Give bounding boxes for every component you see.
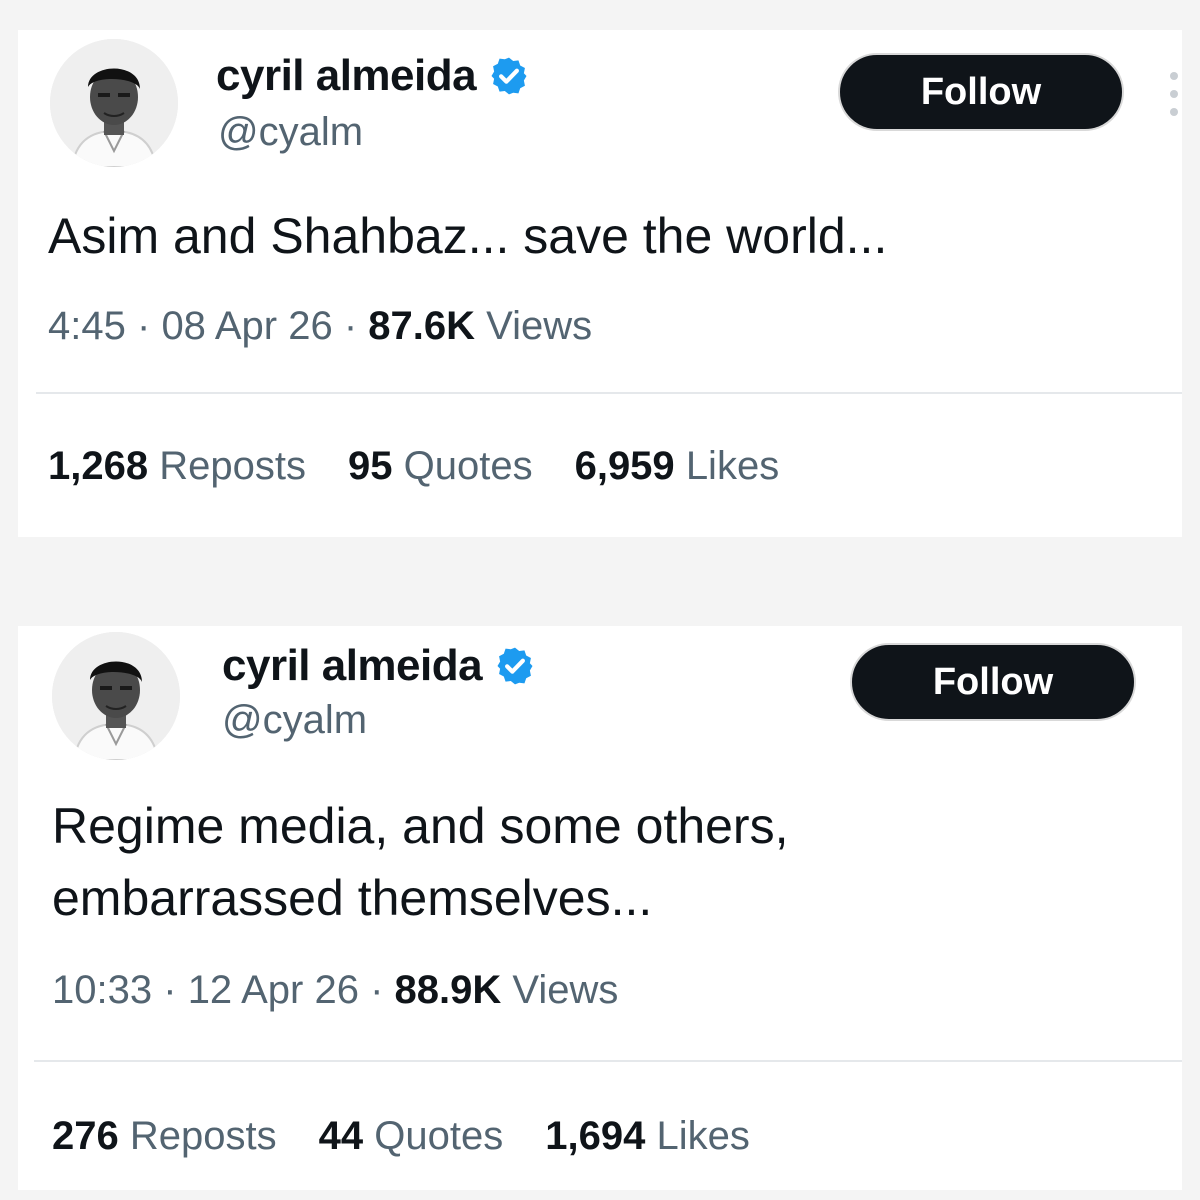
- author-name-row: cyril almeida: [216, 50, 530, 102]
- tweet-card: cyril almeida @cyalm Follow Regime media…: [18, 626, 1182, 1190]
- likes-label: Likes: [685, 444, 780, 488]
- follow-button[interactable]: Follow: [850, 643, 1136, 721]
- reposts-label: Reposts: [159, 444, 306, 488]
- reposts-count: 276: [52, 1114, 119, 1158]
- author-handle[interactable]: @cyalm: [222, 696, 367, 744]
- tweet-stats: 1,268 Reposts 95 Quotes 6,959 Likes: [48, 442, 821, 490]
- quotes-label: Quotes: [374, 1114, 504, 1158]
- quotes-stat[interactable]: 95 Quotes: [348, 442, 533, 490]
- avatar-photo: [50, 39, 178, 167]
- tweet-text-line: Asim and Shahbaz... save the world...: [48, 208, 888, 264]
- meta-separator: ·: [163, 968, 177, 1012]
- quotes-count: 95: [347, 444, 393, 488]
- likes-stat[interactable]: 1,694 Likes: [545, 1112, 750, 1160]
- meta-separator: ·: [343, 304, 358, 348]
- likes-label: Likes: [656, 1114, 750, 1158]
- views-count: 87.6K: [368, 304, 476, 348]
- quotes-label: Quotes: [403, 444, 533, 488]
- tweet-text-line: embarrassed themselves...: [52, 870, 653, 926]
- author-display-name[interactable]: cyril almeida: [222, 640, 483, 692]
- views-label: Views: [512, 968, 619, 1012]
- reposts-stat[interactable]: 276 Reposts: [52, 1112, 277, 1160]
- author-display-name[interactable]: cyril almeida: [216, 50, 477, 102]
- author-handle[interactable]: @cyalm: [218, 108, 363, 156]
- tweet-meta: 10:33 · 12 Apr 26 · 88.9K Views: [52, 966, 618, 1014]
- tweet-date[interactable]: 12 Apr 26: [188, 968, 359, 1012]
- tweet-text-line: Regime media, and some others,: [52, 798, 789, 854]
- avatar-photo: [52, 632, 180, 760]
- verified-badge-icon: [491, 57, 527, 95]
- follow-button[interactable]: Follow: [838, 53, 1124, 131]
- likes-count: 6,959: [574, 444, 675, 488]
- views-label: Views: [486, 304, 593, 348]
- tweet-meta: 4:45 · 08 Apr 26 · 87.6K Views: [48, 302, 592, 350]
- divider: [34, 1060, 1182, 1062]
- tweet-time[interactable]: 4:45: [48, 304, 126, 348]
- avatar[interactable]: [50, 39, 178, 167]
- avatar[interactable]: [52, 632, 180, 760]
- likes-count: 1,694: [545, 1114, 646, 1158]
- reposts-count: 1,268: [48, 444, 149, 488]
- more-options-icon[interactable]: [1166, 72, 1182, 116]
- tweet-stats: 276 Reposts 44 Quotes 1,694 Likes: [52, 1112, 792, 1160]
- tweet-time[interactable]: 10:33: [52, 968, 152, 1012]
- meta-separator: ·: [136, 304, 151, 348]
- meta-separator: ·: [370, 968, 384, 1012]
- views-count: 88.9K: [394, 968, 502, 1012]
- tweet-card: cyril almeida @cyalm Follow Asim and Sha…: [18, 30, 1182, 537]
- tweet-date[interactable]: 08 Apr 26: [161, 304, 332, 348]
- likes-stat[interactable]: 6,959 Likes: [575, 442, 780, 490]
- verified-badge-icon: [497, 647, 533, 685]
- author-name-row: cyril almeida: [222, 640, 536, 692]
- quotes-count: 44: [318, 1114, 364, 1158]
- tweet-text: Regime media, and some others, embarrass…: [52, 790, 1152, 934]
- reposts-stat[interactable]: 1,268 Reposts: [48, 442, 306, 490]
- tweet-text: Asim and Shahbaz... save the world...: [48, 200, 1148, 272]
- divider: [36, 392, 1182, 394]
- reposts-label: Reposts: [129, 1114, 277, 1158]
- quotes-stat[interactable]: 44 Quotes: [319, 1112, 504, 1160]
